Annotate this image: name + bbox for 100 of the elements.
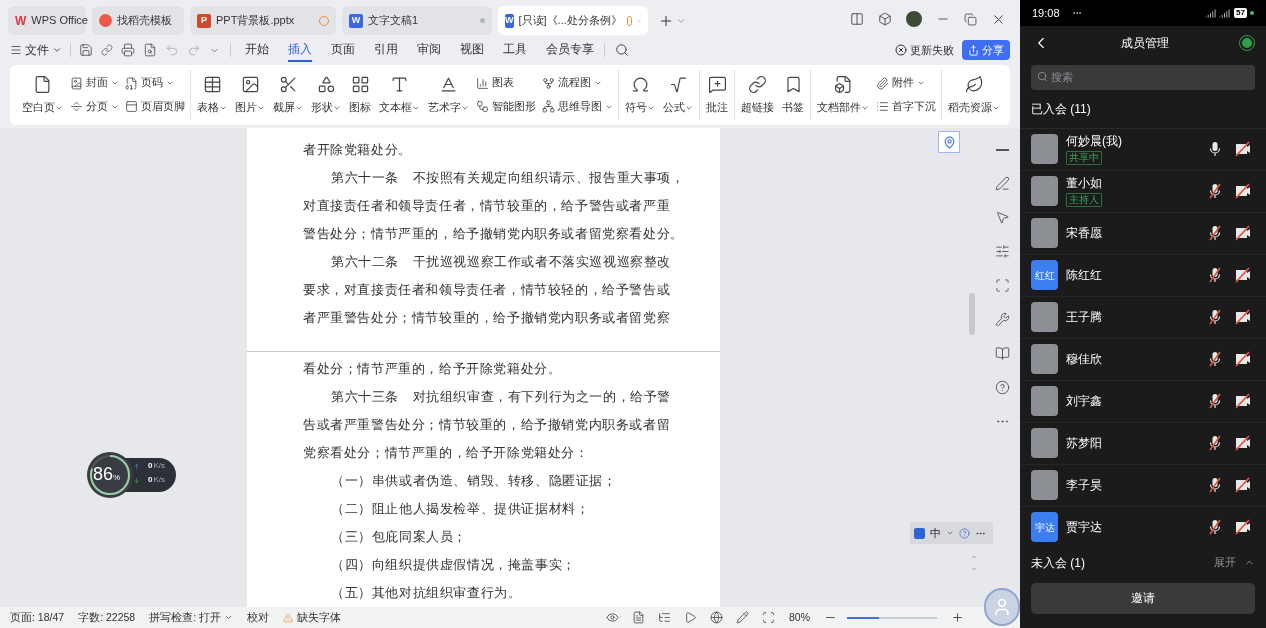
- ribbon-button[interactable]: 公式: [662, 74, 694, 116]
- zoom-level[interactable]: 80%: [789, 609, 810, 626]
- ribbon-button[interactable]: 页眉页脚: [125, 99, 185, 115]
- ribbon-button[interactable]: 批注: [705, 74, 729, 116]
- ribbon-tab[interactable]: 会员专享: [546, 38, 594, 62]
- muted-microphone-icon[interactable]: [1208, 225, 1222, 241]
- ribbon-button[interactable]: 图表: [476, 75, 536, 91]
- member-row[interactable]: 苏梦阳: [1020, 422, 1266, 465]
- member-row[interactable]: 红红 陈红红: [1020, 254, 1266, 297]
- scrollbar-thumb[interactable]: [969, 293, 975, 335]
- ribbon-button[interactable]: 图标: [348, 74, 372, 116]
- ribbon-tab[interactable]: 审阅: [417, 38, 441, 62]
- document-text-line: 告或者严重警告处分；情节较重的，给予撤销党内职务或者留: [303, 416, 671, 434]
- ribbon-tab[interactable]: 视图: [460, 38, 484, 62]
- caret-icon: [946, 529, 954, 537]
- muted-microphone-icon[interactable]: [1208, 183, 1222, 199]
- pen-icon: [736, 611, 749, 624]
- ribbon-button[interactable]: 图片: [234, 74, 266, 116]
- zoom-slider[interactable]: [847, 616, 937, 619]
- ribbon-button[interactable]: 文档部件: [816, 74, 870, 116]
- ribbon-tab[interactable]: 开始: [245, 38, 269, 62]
- member-name: 何妙晨(我): [1066, 133, 1123, 149]
- search-icon: [615, 43, 629, 57]
- member-name: 王子腾: [1066, 309, 1103, 325]
- document-text-line: （二）阻止他人揭发检举、提供证据材料；: [330, 500, 590, 518]
- camera-off-icon[interactable]: [1235, 393, 1251, 409]
- ribbon-button[interactable]: 截屏: [272, 74, 304, 116]
- photo-placeholder: [1031, 176, 1058, 206]
- file-menu[interactable]: 文件: [10, 41, 62, 59]
- missing-font-button[interactable]: 缺失字体: [283, 609, 341, 626]
- camera-off-icon[interactable]: [1235, 477, 1251, 493]
- member-row[interactable]: 王子腾: [1020, 296, 1266, 339]
- camera-off-icon[interactable]: [1235, 267, 1251, 283]
- muted-microphone-icon[interactable]: [1208, 519, 1222, 535]
- camera-off-icon[interactable]: [1235, 435, 1251, 451]
- camera-off-icon[interactable]: [1235, 183, 1251, 199]
- expand-button[interactable]: 展开: [1214, 554, 1255, 571]
- chat-logo-icon[interactable]: [1240, 36, 1254, 50]
- muted-microphone-icon[interactable]: [1208, 435, 1222, 451]
- camera-off-icon[interactable]: [1235, 225, 1251, 241]
- muted-microphone-icon[interactable]: [1208, 267, 1222, 283]
- muted-microphone-icon[interactable]: [1208, 393, 1222, 409]
- ribbon-button[interactable]: 艺术字: [427, 74, 470, 116]
- microphone-icon[interactable]: [1208, 141, 1222, 157]
- muted-microphone-icon[interactable]: [1208, 477, 1222, 493]
- ribbon-button[interactable]: 稻壳资源: [947, 74, 1001, 116]
- member-row[interactable]: 穆佳欣: [1020, 338, 1266, 381]
- spell-check-menu[interactable]: 拼写检查: 打开: [149, 609, 233, 626]
- ribbon-button[interactable]: 形状: [310, 74, 342, 116]
- document-tab[interactable]: W WPS Office: [8, 6, 86, 35]
- ribbon-button[interactable]: 书签: [781, 74, 805, 116]
- camera-off-icon[interactable]: [1235, 519, 1251, 535]
- user-avatar[interactable]: [906, 11, 922, 27]
- percent-unit: %: [113, 473, 121, 484]
- clock: 19:08: [1032, 5, 1060, 21]
- location-button[interactable]: [938, 131, 960, 153]
- ribbon-button[interactable]: 符号: [624, 74, 656, 116]
- ribbon-button[interactable]: 分页: [70, 99, 119, 115]
- camera-off-icon[interactable]: [1235, 351, 1251, 367]
- photo-placeholder: [1031, 344, 1058, 374]
- ribbon-button[interactable]: 流程图: [542, 75, 613, 91]
- member-row[interactable]: 刘宇鑫: [1020, 380, 1266, 423]
- link-icon: [101, 44, 113, 56]
- document-tab[interactable]: W 文字文稿1: [342, 6, 492, 35]
- camera-off-icon[interactable]: [1235, 141, 1251, 157]
- zoom-in-icon: [951, 611, 964, 624]
- share-button[interactable]: 分享: [962, 40, 1010, 60]
- menu-icon: [10, 44, 22, 56]
- ribbon-button[interactable]: 文本框: [378, 74, 421, 116]
- ribbon-tab[interactable]: 插入: [288, 38, 312, 62]
- search-field[interactable]: 搜索: [1031, 64, 1255, 90]
- ribbon-tab[interactable]: 引用: [374, 38, 398, 62]
- ribbon-button[interactable]: 超链接: [740, 74, 775, 116]
- member-row[interactable]: 宇达 贾宇达: [1020, 506, 1266, 546]
- ribbon-button[interactable]: 附件: [876, 75, 936, 91]
- camera-off-icon[interactable]: [1235, 309, 1251, 325]
- document-tab[interactable]: W [只读]《...处分条例》: [498, 6, 648, 35]
- proofread-button[interactable]: 校对: [247, 609, 269, 626]
- ribbon-button[interactable]: 表格: [196, 74, 228, 116]
- ribbon-tab[interactable]: 工具: [503, 38, 527, 62]
- member-row[interactable]: 李子昊: [1020, 464, 1266, 507]
- ime-toolbar[interactable]: 中: [910, 522, 993, 544]
- muted-microphone-icon[interactable]: [1208, 351, 1222, 367]
- help-icon: [995, 380, 1010, 395]
- muted-microphone-icon[interactable]: [1208, 309, 1222, 325]
- document-tab[interactable]: P PPT背景板.pptx: [190, 6, 336, 35]
- member-row[interactable]: 何妙晨(我) 共享中: [1020, 128, 1266, 171]
- ribbon-button[interactable]: 页码: [125, 75, 185, 91]
- invite-button[interactable]: 邀请: [1031, 582, 1255, 614]
- document-tab[interactable]: 找稻壳模板: [92, 6, 184, 35]
- ribbon-button[interactable]: 空白页: [21, 74, 64, 116]
- ribbon-button[interactable]: 思维导图: [542, 99, 613, 115]
- ribbon-tab[interactable]: 页面: [331, 38, 355, 62]
- ribbon-button[interactable]: 智能图形: [476, 99, 536, 115]
- member-row[interactable]: 宋香愿: [1020, 212, 1266, 255]
- ribbon-button[interactable]: 首字下沉: [876, 99, 936, 115]
- document-file-icon: W: [505, 13, 514, 28]
- ribbon-button[interactable]: 封面: [70, 75, 119, 91]
- update-status-button[interactable]: 更新失败: [895, 41, 954, 59]
- member-row[interactable]: 董小如 主持人: [1020, 170, 1266, 213]
